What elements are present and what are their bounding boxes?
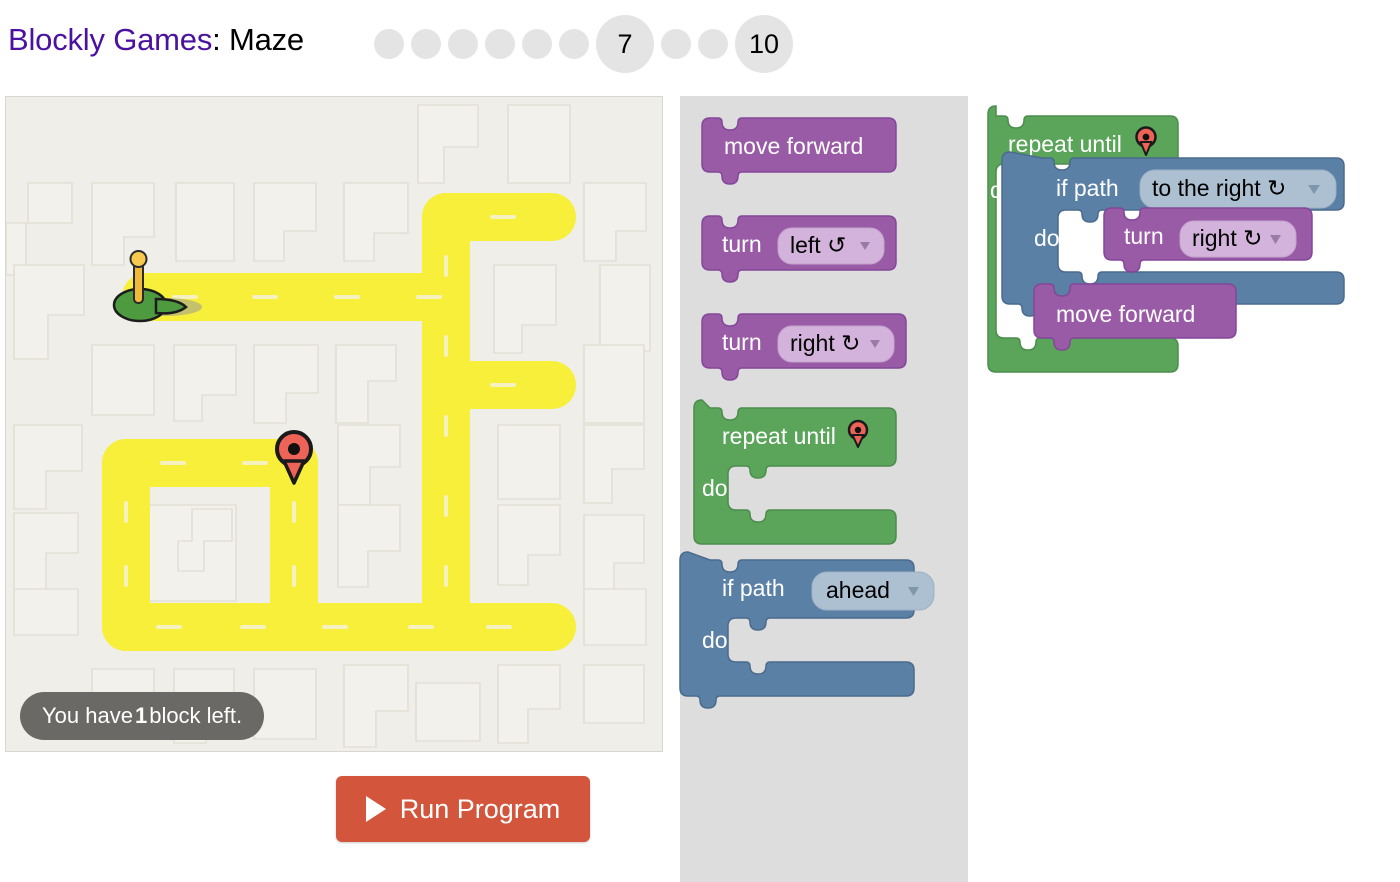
brand-link[interactable]: Blockly Games [8, 22, 212, 57]
block-sublabel: do [1034, 225, 1060, 251]
toolbox-block-move-forward[interactable]: move forward [701, 117, 897, 185]
maze-graphic [6, 97, 662, 751]
level-dot-label: 10 [748, 28, 780, 59]
workspace-program: repeat until do if path to the right ↻ d… [987, 105, 1345, 373]
block-label: move forward [724, 133, 863, 159]
level-dot-6[interactable] [559, 29, 589, 59]
blockly-workspace[interactable]: repeat until do if path to the right ↻ d… [968, 96, 1400, 882]
level-dot-5[interactable] [522, 29, 552, 59]
level-dot-1[interactable] [374, 29, 404, 59]
level-dot-8[interactable] [661, 29, 691, 59]
level-dot-label: 7 [617, 28, 633, 59]
block-label: move forward [1056, 301, 1195, 327]
status-message: You have 1 block left. [20, 692, 265, 740]
run-program-label: Run Program [399, 793, 561, 824]
dropdown-value: ahead [826, 577, 890, 603]
dropdown-value: right ↻ [790, 330, 860, 356]
block-label: repeat until [1008, 131, 1122, 157]
status-prefix: You have [42, 703, 133, 728]
block-label: turn [1124, 223, 1164, 249]
toolbox-block-turn-left[interactable]: turn left ↺ [701, 215, 897, 283]
play-icon [365, 796, 386, 822]
status-count: 1 [134, 703, 148, 728]
level-dot-7[interactable]: 7 [596, 15, 654, 73]
block-label: repeat until [722, 423, 836, 449]
workspace-block-turn-right[interactable]: turn right ↻ [1103, 207, 1313, 273]
toolbox-flyout[interactable]: move forward turn left ↺ turn right ↻ re… [679, 96, 968, 882]
dropdown-value: right ↻ [1192, 225, 1262, 251]
toolbox-block-repeat-until[interactable]: repeat until do [693, 399, 897, 545]
toolbox-blocks: move forward turn left ↺ turn right ↻ re… [679, 117, 935, 709]
block-label: turn [722, 329, 762, 355]
level-dot-9[interactable] [698, 29, 728, 59]
dropdown-value: left ↺ [790, 232, 846, 258]
title-separator: : [212, 22, 221, 57]
block-sublabel: do [702, 475, 728, 501]
maze-canvas [5, 96, 663, 752]
level-dot-4[interactable] [485, 29, 515, 59]
toolbox-block-turn-right[interactable]: turn right ↻ [701, 313, 907, 381]
level-dot-2[interactable] [411, 29, 441, 59]
page-header: Blockly Games: Maze 7 10 [0, 0, 1400, 90]
level-title: Maze [228, 22, 304, 57]
level-dot-3[interactable] [448, 29, 478, 59]
dropdown-value: to the right ↻ [1152, 175, 1286, 201]
blockly-area: move forward turn left ↺ turn right ↻ re… [679, 96, 1400, 882]
run-program-button[interactable]: Run Program [336, 776, 590, 842]
block-label: if path [1056, 175, 1119, 201]
level-dot-10[interactable]: 10 [735, 15, 793, 73]
block-label: turn [722, 231, 762, 257]
block-sublabel: do [702, 627, 728, 653]
block-label: if path [722, 575, 785, 601]
status-suffix: block left. [149, 703, 243, 728]
toolbox-block-if-path-ahead[interactable]: if path ahead do [679, 551, 935, 709]
level-selector[interactable]: 7 10 [374, 12, 793, 76]
page-title: Blockly Games: Maze [8, 22, 304, 58]
